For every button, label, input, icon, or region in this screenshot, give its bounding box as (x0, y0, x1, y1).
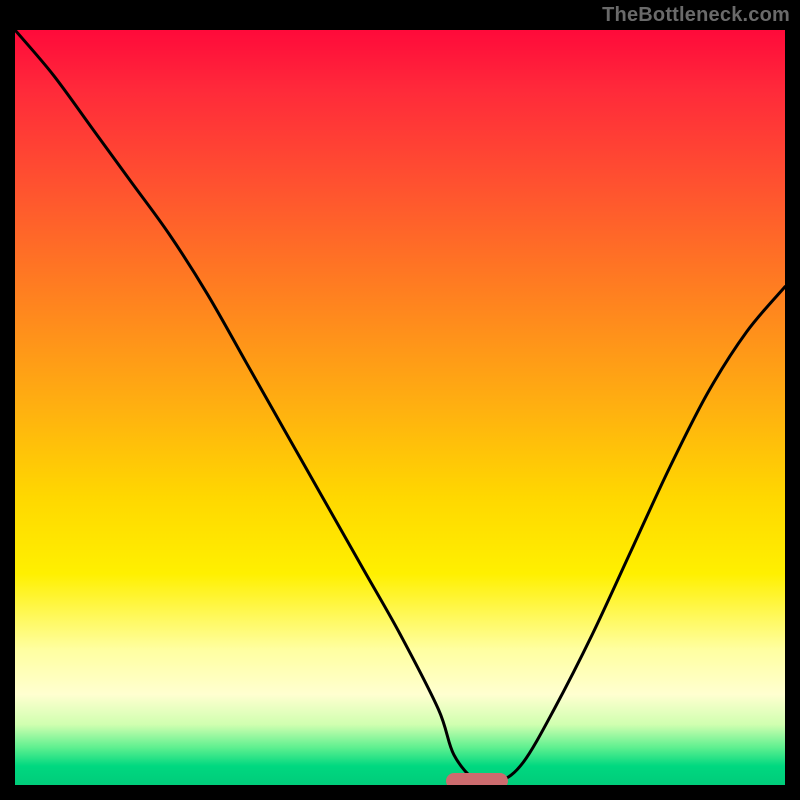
bottleneck-curve (15, 30, 785, 785)
chart-frame: TheBottleneck.com (0, 0, 800, 800)
plot-area (15, 30, 785, 785)
watermark-text: TheBottleneck.com (602, 4, 790, 27)
optimal-range-marker (446, 773, 508, 785)
